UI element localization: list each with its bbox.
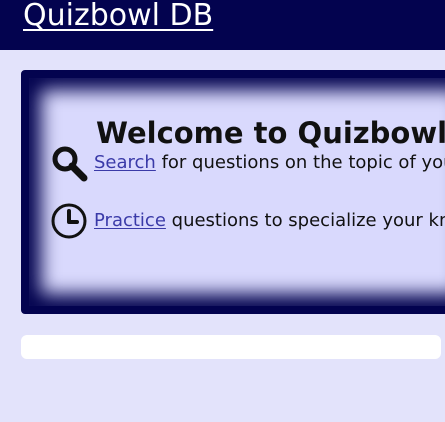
search-link[interactable]: Search (94, 152, 156, 173)
practice-link[interactable]: Practice (94, 210, 166, 231)
welcome-card: Welcome to Quizbowl DB, th Search for qu… (21, 70, 445, 314)
page: Quizbowl DB Welcome to Quizbowl DB, th S… (0, 0, 445, 422)
empty-white-panel (21, 335, 441, 359)
welcome-heading: Welcome to Quizbowl DB, th (96, 116, 445, 151)
search-description-line: Search for questions on the topic of you… (94, 151, 445, 175)
top-navbar: Quizbowl DB (0, 0, 445, 50)
site-title-link[interactable]: Quizbowl DB (23, 0, 213, 36)
clock-icon (51, 203, 87, 239)
practice-description: questions to specialize your know (171, 210, 445, 231)
magnifier-icon (52, 146, 88, 182)
practice-description-line: Practice questions to specialize your kn… (94, 209, 445, 233)
search-description: for questions on the topic of your cl (161, 152, 445, 173)
